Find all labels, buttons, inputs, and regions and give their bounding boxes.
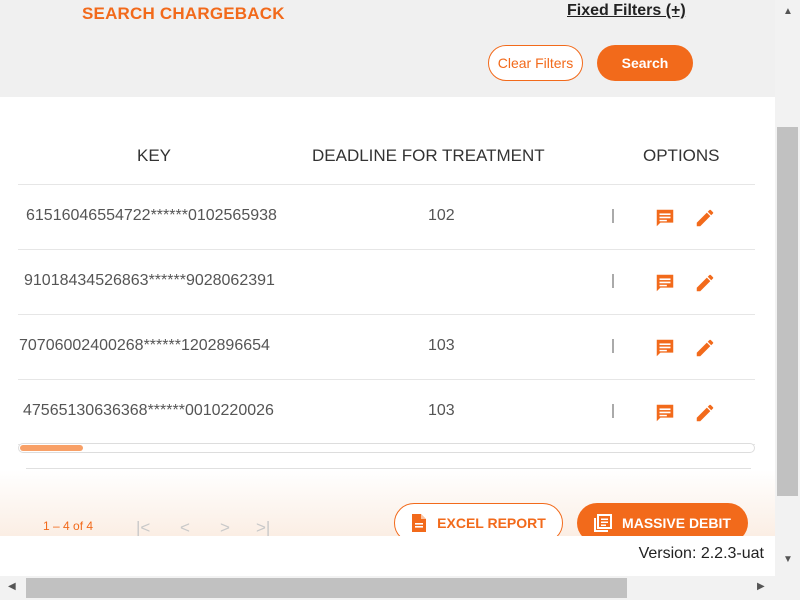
scroll-right-icon[interactable]: ▶	[757, 581, 765, 592]
table-horizontal-scrollbar[interactable]	[18, 443, 755, 453]
scroll-left-icon[interactable]: ◀	[8, 581, 16, 592]
chargeback-table: KEY DEADLINE FOR TREATMENT OPTIONS 61516…	[18, 122, 755, 445]
deadline-cell: 102	[428, 207, 455, 224]
key-cell: 47565130636368******0010220026	[23, 402, 274, 419]
key-cell: 70706002400268******1202896654	[19, 337, 270, 354]
edit-pencil-icon[interactable]	[694, 402, 716, 424]
comment-icon[interactable]	[654, 272, 676, 294]
comment-icon[interactable]	[654, 337, 676, 359]
deadline-cell: 103	[428, 337, 455, 354]
edit-pencil-icon[interactable]	[694, 272, 716, 294]
column-header-options: OPTIONS	[643, 146, 720, 165]
edit-pencil-icon[interactable]	[694, 337, 716, 359]
comment-icon[interactable]	[654, 402, 676, 424]
version-bar: Version: 2.2.3-uat	[0, 536, 775, 576]
vertical-scrollbar[interactable]: ▲ ▼	[775, 0, 800, 576]
filter-panel: SEARCH CHARGEBACK Fixed Filters (+) Clea…	[0, 0, 775, 97]
deadline-cell: 103	[428, 402, 455, 419]
document-icon	[412, 514, 427, 532]
fixed-filters-link[interactable]: Fixed Filters (+)	[567, 2, 686, 20]
next-page-icon[interactable]: >	[220, 518, 230, 538]
massive-debit-label: MASSIVE DEBIT	[622, 515, 731, 531]
table-header: KEY DEADLINE FOR TREATMENT OPTIONS	[18, 122, 755, 185]
column-header-deadline: DEADLINE FOR TREATMENT	[312, 146, 545, 165]
vertical-scrollbar-thumb[interactable]	[777, 127, 798, 496]
column-header-key: KEY	[137, 146, 172, 165]
clipped-column-edge	[612, 404, 614, 418]
clipped-column-edge	[612, 209, 614, 223]
page-title: SEARCH CHARGEBACK	[82, 4, 285, 23]
edit-pencil-icon[interactable]	[694, 207, 716, 229]
horizontal-scrollbar-thumb[interactable]	[26, 578, 627, 598]
library-books-icon	[594, 514, 613, 532]
previous-page-icon[interactable]: <	[180, 518, 190, 538]
first-page-icon[interactable]: |<	[136, 518, 150, 538]
excel-report-label: EXCEL REPORT	[437, 515, 546, 531]
clear-filters-button[interactable]: Clear Filters	[488, 45, 583, 81]
scroll-up-icon[interactable]: ▲	[783, 6, 793, 17]
search-button[interactable]: Search	[597, 45, 693, 81]
table-row: 47565130636368******0010220026 103	[18, 380, 755, 445]
key-cell: 61516046554722******0102565938	[26, 207, 277, 224]
table-scrollbar-thumb[interactable]	[20, 445, 83, 451]
table-row: 70706002400268******1202896654 103	[18, 315, 755, 380]
table-row: 61516046554722******0102565938 102	[18, 185, 755, 250]
last-page-icon[interactable]: >|	[256, 518, 270, 538]
version-label: Version: 2.2.3-uat	[638, 545, 764, 562]
clipped-column-edge	[612, 339, 614, 353]
table-row: 91018434526863******9028062391	[18, 250, 755, 315]
scroll-down-icon[interactable]: ▼	[783, 554, 793, 565]
table-divider	[26, 468, 751, 469]
pagination-range: 1 – 4 of 4	[43, 519, 94, 533]
comment-icon[interactable]	[654, 207, 676, 229]
key-cell: 91018434526863******9028062391	[24, 272, 275, 289]
horizontal-scrollbar[interactable]: ◀ ▶	[0, 576, 800, 600]
clipped-column-edge	[612, 274, 614, 288]
